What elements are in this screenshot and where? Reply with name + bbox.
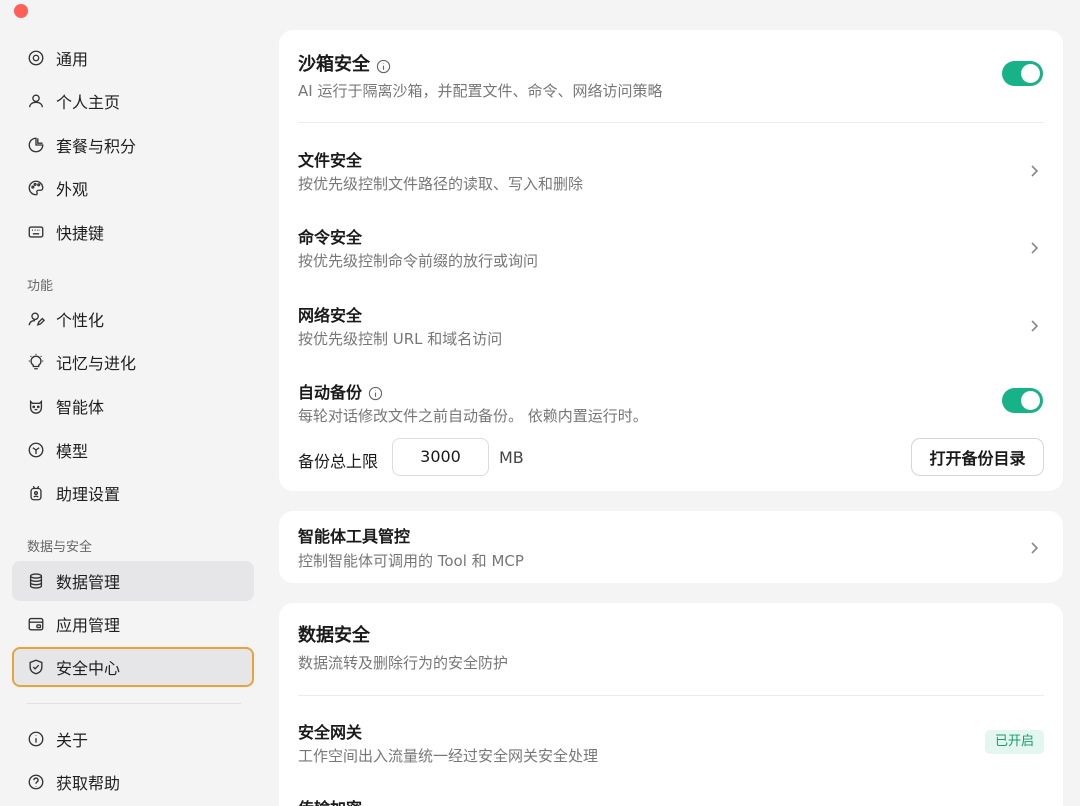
chevron-right-icon: [1029, 318, 1039, 332]
sidebar-item-label: 模型: [56, 442, 89, 461]
user-edit-icon: [26, 309, 46, 329]
toggle-knob: [1021, 64, 1040, 83]
data-security-desc: 数据流转及删除行为的安全防护: [298, 654, 509, 672]
network-security-title: 网络安全: [298, 306, 363, 325]
database-icon: [26, 571, 46, 591]
chevron-right-icon: [1029, 240, 1039, 254]
agent-tools-card[interactable]: 智能体工具管控 控制智能体可调用的 Tool 和 MCP: [279, 511, 1063, 583]
sidebar-item-plans[interactable]: 套餐与积分: [12, 125, 254, 165]
sidebar-item-profile[interactable]: 个人主页: [12, 81, 254, 121]
sidebar-item-label: 快捷键: [56, 224, 105, 243]
user-icon: [26, 91, 46, 111]
sidebar-item-general[interactable]: 通用: [12, 38, 254, 78]
agent-tools-desc: 控制智能体可调用的 Tool 和 MCP: [298, 552, 524, 570]
backup-limit-label: 备份总上限: [298, 452, 379, 471]
command-security-title: 命令安全: [298, 228, 363, 247]
sidebar-item-shortcuts[interactable]: 快捷键: [12, 212, 254, 252]
sidebar-item-assistant[interactable]: 助理设置: [12, 473, 254, 513]
sidebar-item-security-center[interactable]: 安全中心: [12, 647, 254, 687]
info-icon[interactable]: [368, 386, 383, 401]
open-backup-dir-button[interactable]: 打开备份目录: [911, 438, 1044, 476]
chevron-right-icon: [1029, 163, 1039, 177]
auto-backup-title-row: 自动备份: [298, 379, 383, 403]
app-icon: [26, 614, 46, 634]
toggle-knob: [1021, 391, 1040, 410]
chevron-right-icon: [1029, 540, 1039, 554]
data-security-title: 数据安全: [298, 625, 370, 646]
file-security-title: 文件安全: [298, 151, 363, 170]
backup-limit-input[interactable]: 3000: [392, 438, 489, 476]
divider: [298, 695, 1044, 696]
sandbox-desc: AI 运行于隔离沙箱，并配置文件、命令、网络访问策略: [298, 82, 663, 100]
sidebar-item-label: 个人主页: [56, 93, 121, 112]
sidebar-item-label: 助理设置: [56, 485, 121, 504]
sidebar-item-label: 套餐与积分: [56, 137, 137, 156]
sidebar-item-appearance[interactable]: 外观: [12, 168, 254, 208]
cube-icon: [26, 440, 46, 460]
sidebar-item-about[interactable]: 关于: [12, 719, 254, 759]
sidebar-item-help[interactable]: 获取帮助: [12, 762, 254, 802]
bulb-icon: [26, 352, 46, 372]
keyboard-icon: [26, 222, 46, 242]
gateway-title: 安全网关: [298, 723, 363, 742]
agent-tools-title: 智能体工具管控: [298, 527, 411, 546]
sandbox-security-card: 沙箱安全 AI 运行于隔离沙箱，并配置文件、命令、网络访问策略 文件安全 按优先…: [279, 30, 1063, 491]
file-security-desc: 按优先级控制文件路径的读取、写入和删除: [298, 175, 584, 193]
settings-window: 通用 个人主页 套餐与积分 外观 快捷键 功能 个性化 记忆与进化 智能体 模型…: [0, 0, 1080, 806]
pie-icon: [26, 135, 46, 155]
section-label-data: 数据与安全: [27, 540, 93, 555]
sidebar: 通用 个人主页 套餐与积分 外观 快捷键 功能 个性化 记忆与进化 智能体 模型…: [0, 0, 268, 806]
shield-icon: [26, 657, 46, 677]
sidebar-item-label: 个性化: [56, 311, 105, 330]
settings-icon: [26, 48, 46, 68]
backup-limit-unit: MB: [499, 448, 524, 467]
sidebar-item-models[interactable]: 模型: [12, 430, 254, 470]
assistant-icon: [26, 483, 46, 503]
gateway-desc: 工作空间出入流量统一经过安全网关安全处理: [298, 747, 599, 765]
section-label-features: 功能: [27, 279, 54, 294]
sandbox-toggle[interactable]: [1002, 61, 1043, 86]
sidebar-item-data-management[interactable]: 数据管理: [12, 561, 254, 601]
sidebar-divider: [27, 703, 241, 704]
sidebar-item-label: 获取帮助: [56, 774, 121, 793]
data-security-card: 数据安全 数据流转及删除行为的安全防护 安全网关 工作空间出入流量统一经过安全网…: [279, 603, 1063, 806]
info-icon[interactable]: [376, 58, 391, 73]
sidebar-item-agents[interactable]: 智能体: [12, 386, 254, 426]
sandbox-title-row: 沙箱安全: [298, 50, 391, 76]
sandbox-title: 沙箱安全: [298, 54, 370, 75]
sidebar-item-label: 通用: [56, 50, 89, 69]
help-icon: [26, 772, 46, 792]
auto-backup-desc: 每轮对话修改文件之前自动备份。 依赖内置运行时。: [298, 407, 648, 425]
sidebar-item-label: 安全中心: [56, 659, 121, 678]
auto-backup-toggle[interactable]: [1002, 388, 1043, 413]
sidebar-item-label: 智能体: [56, 398, 105, 417]
sidebar-item-label: 记忆与进化: [56, 354, 137, 373]
transport-encryption-title: 传输加密: [298, 795, 362, 806]
gateway-status-badge: 已开启: [984, 730, 1044, 754]
info-icon: [26, 729, 46, 749]
sidebar-item-memory[interactable]: 记忆与进化: [12, 342, 254, 382]
auto-backup-title: 自动备份: [298, 383, 363, 402]
agent-icon: [26, 396, 46, 416]
sidebar-item-label: 关于: [56, 731, 89, 750]
command-security-desc: 按优先级控制命令前缀的放行或询问: [298, 252, 539, 270]
sidebar-item-label: 外观: [56, 180, 89, 199]
palette-icon: [26, 178, 46, 198]
sidebar-item-label: 数据管理: [56, 573, 121, 592]
sidebar-item-personalize[interactable]: 个性化: [12, 299, 254, 339]
network-security-desc: 按优先级控制 URL 和域名访问: [298, 330, 503, 348]
sidebar-item-app-management[interactable]: 应用管理: [12, 604, 254, 644]
divider: [298, 122, 1044, 123]
sidebar-item-label: 应用管理: [56, 616, 121, 635]
